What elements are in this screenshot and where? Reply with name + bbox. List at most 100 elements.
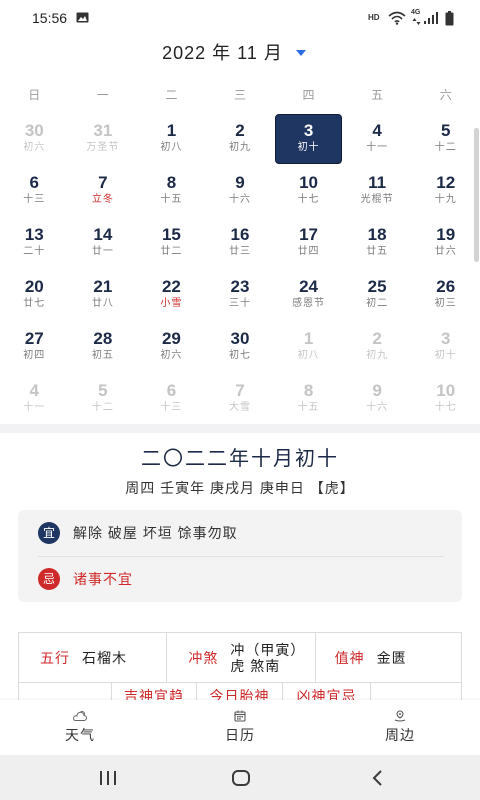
day-number: 24 [299,277,319,296]
day-number: 10 [436,381,456,400]
day-lunar-label: 廿二 [160,246,183,257]
calendar-day-cell[interactable]: 14 廿一 [69,216,138,268]
calendar-day-cell[interactable]: 9 十六 [343,372,412,424]
calendar-day-cell[interactable]: 10 十七 [274,164,343,216]
weekday-header-row: 日 一 二 三 四 五 六 [0,86,480,104]
calendar-day-cell[interactable]: 6 十三 [0,164,69,216]
calendar-day-cell[interactable]: 30 初六 [0,112,69,164]
calendar-day-cell[interactable]: 9 十六 [206,164,275,216]
day-number: 10 [299,173,319,192]
calendar-day-cell[interactable]: 18 廿五 [343,216,412,268]
calendar-day-cell[interactable]: 7 立冬 [69,164,138,216]
scrollbar[interactable] [474,128,479,262]
calendar-day-cell[interactable]: 31 万圣节 [69,112,138,164]
calendar-day-cell-selected[interactable]: 3 初十 [274,112,343,164]
calendar-day-cell[interactable]: 11 光棍节 [343,164,412,216]
day-lunar-label: 十三 [23,194,46,205]
calendar-day-cell[interactable]: 29 初六 [137,320,206,372]
calendar-day-cell[interactable]: 1 初八 [274,320,343,372]
recents-icon [100,770,116,785]
day-lunar-label: 十七 [297,194,320,205]
triangle-down-icon [295,50,306,56]
yi-text: 解除 破屋 坏垣 馀事勿取 [73,525,238,541]
day-lunar-label: 十六 [228,194,251,205]
day-lunar-label: 初八 [160,142,183,153]
tab-calendar[interactable]: 日历 [160,700,320,755]
tab-weather[interactable]: 天气 [0,700,160,755]
yi-row: 宜 解除 破屋 坏垣 馀事勿取 [38,521,444,545]
back-button[interactable] [347,755,407,800]
calendar-day-cell[interactable]: 27 初四 [0,320,69,372]
day-number: 22 [161,277,181,296]
calendar-day-cell[interactable]: 12 十九 [411,164,480,216]
calendar-day-cell[interactable]: 28 初五 [69,320,138,372]
calendar-day-cell[interactable]: 20 廿七 [0,268,69,320]
day-number: 1 [303,329,314,348]
calendar-day-cell[interactable]: 30 初七 [206,320,275,372]
calendar-day-cell[interactable]: 2 初九 [343,320,412,372]
calendar-day-cell[interactable]: 1 初八 [137,112,206,164]
day-number: 5 [440,121,451,140]
calendar-day-cell[interactable]: 6 十三 [137,372,206,424]
yi-badge: 宜 [38,522,60,544]
calendar-day-cell[interactable]: 21 廿八 [69,268,138,320]
day-number: 4 [372,121,382,140]
day-number: 9 [235,173,245,192]
day-lunar-label: 二十 [23,246,46,257]
day-number: 8 [303,381,314,400]
wuxing-label: 五行 [40,649,70,666]
calendar-day-cell[interactable]: 13 二十 [0,216,69,268]
tab-label: 天气 [65,727,95,743]
day-number: 5 [98,381,108,400]
calendar-day-cell[interactable]: 19 廿六 [411,216,480,268]
recents-button[interactable] [78,755,138,800]
calendar-day-cell[interactable]: 24 感恩节 [274,268,343,320]
day-number: 16 [230,225,250,244]
calendar-day-cell[interactable]: 10 十七 [411,372,480,424]
day-number: 2 [235,121,245,140]
day-number: 2 [372,329,382,348]
day-number: 25 [367,277,387,296]
calendar-day-cell[interactable]: 7 大雪 [206,372,275,424]
day-number: 11 [368,173,387,192]
day-number: 1 [166,121,177,140]
day-number: 28 [93,329,113,348]
home-button[interactable] [211,755,271,800]
day-number: 6 [166,381,177,400]
hd-indicator: HD [368,13,380,22]
day-number: 30 [230,329,250,348]
calendar-day-cell[interactable]: 22 小雪 [137,268,206,320]
home-icon [232,769,250,786]
calendar-day-cell[interactable]: 4 十一 [0,372,69,424]
network-type: 4G [411,9,421,16]
month-picker[interactable]: 2022 年 11 月 [0,38,480,68]
calendar-day-cell[interactable]: 25 初二 [343,268,412,320]
zhishen-cell: 值神 金匮 [316,633,461,682]
calendar-day-cell[interactable]: 5 十二 [411,112,480,164]
calendar-day-cell[interactable]: 17 廿四 [274,216,343,268]
calendar-day-cell[interactable]: 2 初九 [206,112,275,164]
day-lunar-label: 廿五 [366,246,389,257]
day-number: 3 [303,121,314,140]
calendar-day-cell[interactable]: 8 十五 [274,372,343,424]
day-lunar-label: 初十 [434,350,457,361]
calendar-day-cell[interactable]: 16 廿三 [206,216,275,268]
calendar-day-cell[interactable]: 15 廿二 [137,216,206,268]
calendar-day-cell[interactable]: 8 十五 [137,164,206,216]
day-lunar-label: 初九 [366,350,389,361]
calendar-day-cell[interactable]: 3 初十 [411,320,480,372]
day-lunar-label: 初六 [160,350,183,361]
day-number: 3 [440,329,451,348]
calendar-day-cell[interactable]: 5 十二 [69,372,138,424]
day-lunar-label: 廿四 [297,246,320,257]
day-number: 29 [161,329,181,348]
weekday-label: 四 [302,88,315,102]
calendar-day-cell[interactable]: 23 三十 [206,268,275,320]
tab-nearby[interactable]: 周边 [320,700,480,755]
wifi-icon [388,11,406,25]
ganzhi-line: 周四 壬寅年 庚戌月 庚申日 【虎】 [125,480,355,496]
day-lunar-label: 初七 [228,350,251,361]
calendar-day-cell[interactable]: 26 初三 [411,268,480,320]
day-lunar-label: 廿六 [434,246,457,257]
calendar-day-cell[interactable]: 4 十一 [343,112,412,164]
